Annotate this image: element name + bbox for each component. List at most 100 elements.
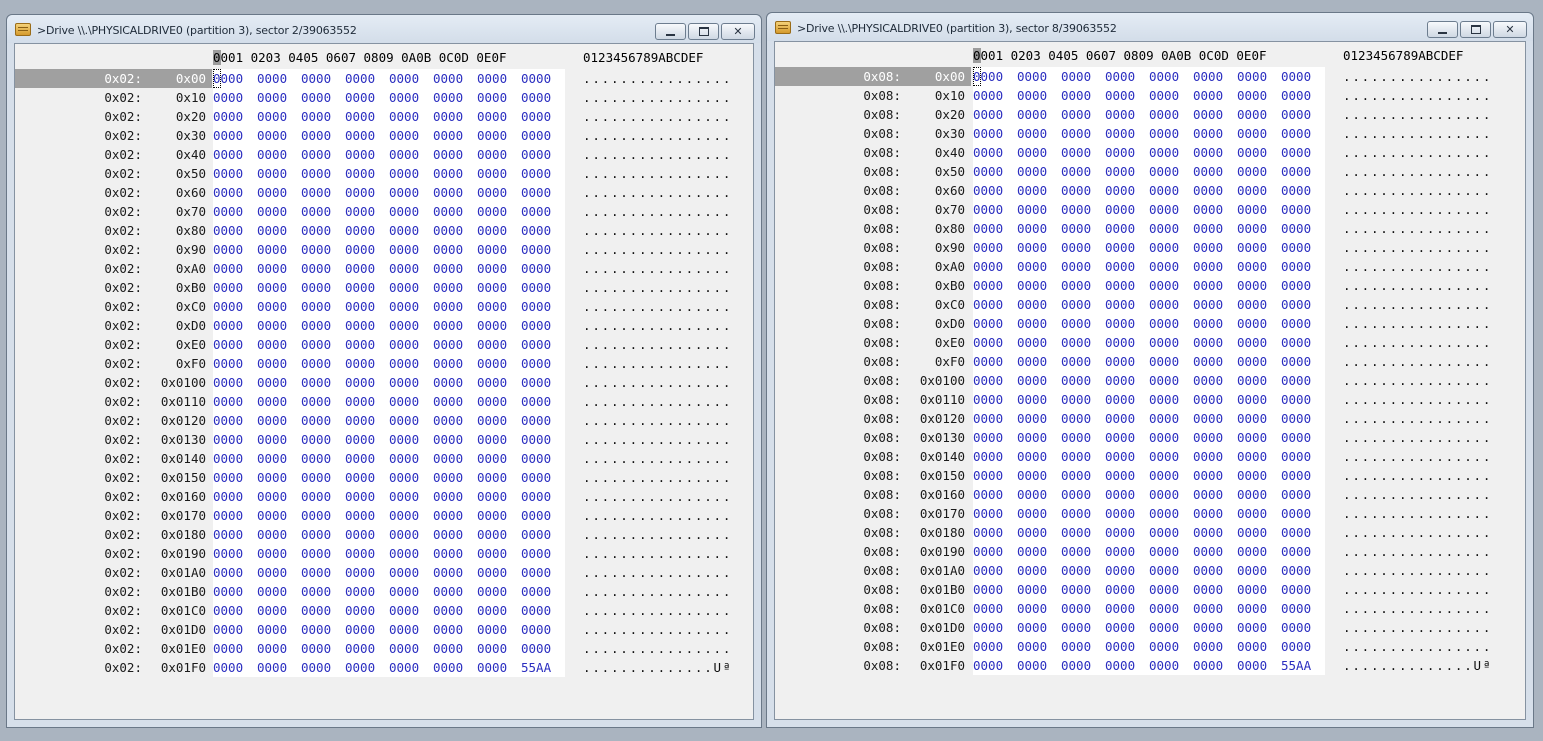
hex-word[interactable]: 0000 bbox=[1281, 219, 1325, 238]
hex-bytes[interactable]: 0000 0000 0000 0000 0000 0000 0000 0000 bbox=[213, 126, 565, 145]
hex-word[interactable]: 0000 bbox=[973, 295, 1017, 314]
hex-row[interactable]: 0x08: 0x0140 0000 0000 0000 0000 0000 0000 0000 0… bbox=[775, 447, 1525, 466]
hex-word[interactable]: 0000 bbox=[1017, 238, 1061, 257]
hex-word[interactable]: 0000 bbox=[1105, 333, 1149, 352]
hex-word[interactable]: 0000 bbox=[1061, 542, 1105, 561]
hex-word[interactable]: 0000 bbox=[345, 88, 389, 107]
hex-bytes[interactable]: 0000 0000 0000 0000 0000 0000 0000 0000 bbox=[213, 145, 565, 164]
hex-word[interactable]: 0000 bbox=[301, 107, 345, 126]
hex-row[interactable]: 0x08: 0xD0 0000 0000 0000 0000 0000 0000 0000 000… bbox=[775, 314, 1525, 333]
hex-word[interactable]: 0000 bbox=[257, 240, 301, 259]
hex-word[interactable]: 0000 bbox=[1281, 580, 1325, 599]
hex-word[interactable]: 0000 bbox=[1105, 200, 1149, 219]
ascii-column[interactable]: ................ bbox=[1343, 124, 1492, 143]
hex-word[interactable]: 0000 bbox=[1149, 656, 1193, 675]
hex-word[interactable]: 0000 bbox=[257, 278, 301, 297]
close-button[interactable]: ✕ bbox=[1493, 21, 1527, 38]
hex-word[interactable]: 0000 bbox=[301, 373, 345, 392]
hex-word[interactable]: 0000 bbox=[345, 601, 389, 620]
hex-word[interactable]: 0000 bbox=[301, 202, 345, 221]
hex-word[interactable]: 0000 bbox=[1061, 561, 1105, 580]
hex-bytes[interactable]: 0000 0000 0000 0000 0000 0000 0000 0000 bbox=[973, 67, 1325, 86]
hex-word[interactable]: 0000 bbox=[1237, 447, 1281, 466]
hex-word[interactable]: 0000 bbox=[1017, 542, 1061, 561]
hex-word[interactable]: 0000 bbox=[1105, 580, 1149, 599]
hex-word[interactable]: 0000 bbox=[1061, 485, 1105, 504]
hex-word[interactable]: 0000 bbox=[389, 69, 433, 88]
hex-word[interactable]: 0000 bbox=[301, 582, 345, 601]
hex-word[interactable]: 0000 bbox=[521, 639, 565, 658]
ascii-column[interactable]: ................ bbox=[583, 335, 732, 354]
hex-bytes[interactable]: 0000 0000 0000 0000 0000 0000 0000 0000 bbox=[213, 601, 565, 620]
hex-bytes[interactable]: 0000 0000 0000 0000 0000 0000 0000 0000 bbox=[973, 542, 1325, 561]
hex-word[interactable]: 0000 bbox=[301, 278, 345, 297]
hex-word[interactable]: 0000 bbox=[213, 183, 257, 202]
hex-word[interactable]: 0000 bbox=[1105, 447, 1149, 466]
hex-word[interactable]: 0000 bbox=[1193, 67, 1237, 86]
close-button[interactable]: ✕ bbox=[721, 23, 755, 40]
hex-word[interactable]: 0000 bbox=[257, 601, 301, 620]
hex-word[interactable]: 0000 bbox=[477, 373, 521, 392]
hex-word[interactable]: 0000 bbox=[389, 639, 433, 658]
hex-word[interactable]: 0000 bbox=[477, 487, 521, 506]
hex-word[interactable]: 0000 bbox=[389, 468, 433, 487]
maximize-button[interactable] bbox=[688, 23, 719, 40]
hex-bytes[interactable]: 0000 0000 0000 0000 0000 0000 0000 0000 bbox=[213, 221, 565, 240]
hex-word[interactable]: 0000 bbox=[301, 411, 345, 430]
hex-word[interactable]: 0000 bbox=[1193, 542, 1237, 561]
hex-word[interactable]: 0000 bbox=[477, 126, 521, 145]
hex-word[interactable]: 0000 bbox=[973, 561, 1017, 580]
ascii-column[interactable]: ................ bbox=[583, 107, 732, 126]
hex-row[interactable]: 0x08: 0x0180 0000 0000 0000 0000 0000 0000 0000 0… bbox=[775, 523, 1525, 542]
hex-word[interactable]: 0000 bbox=[345, 487, 389, 506]
hex-row[interactable]: 0x02: 0x90 0000 0000 0000 0000 0000 0000 0000 000… bbox=[15, 240, 753, 259]
hex-word[interactable]: 0000 bbox=[477, 620, 521, 639]
hex-row[interactable]: 0x08: 0x01F0 0000 0000 0000 0000 0000 0000 0000 5… bbox=[775, 656, 1525, 675]
hex-word[interactable]: 0000 bbox=[1061, 428, 1105, 447]
hex-word[interactable]: 0000 bbox=[521, 335, 565, 354]
hex-word[interactable]: 0000 bbox=[433, 525, 477, 544]
hex-word[interactable]: 0000 bbox=[1017, 67, 1061, 86]
hex-word[interactable]: 0000 bbox=[301, 126, 345, 145]
hex-word[interactable]: 0000 bbox=[433, 183, 477, 202]
hex-word[interactable]: 0000 bbox=[521, 411, 565, 430]
ascii-column[interactable]: ................ bbox=[1343, 67, 1492, 86]
hex-row[interactable]: 0x02: 0x0100 0000 0000 0000 0000 0000 0000 0000 0… bbox=[15, 373, 753, 392]
hex-view[interactable]: 0001 0203 0405 0607 0809 0A0B 0C0D 0E0F … bbox=[14, 43, 754, 720]
hex-word[interactable]: 0000 bbox=[477, 658, 521, 677]
hex-word[interactable]: 0000 bbox=[973, 143, 1017, 162]
ascii-column[interactable]: ................ bbox=[1343, 409, 1492, 428]
hex-bytes[interactable]: 0000 0000 0000 0000 0000 0000 0000 0000 bbox=[213, 240, 565, 259]
hex-word[interactable]: 0000 bbox=[1237, 523, 1281, 542]
hex-word[interactable]: 0000 bbox=[1281, 67, 1325, 86]
hex-word[interactable]: 0000 bbox=[213, 430, 257, 449]
hex-word[interactable]: 0000 bbox=[1281, 371, 1325, 390]
hex-row[interactable]: 0x08: 0x0130 0000 0000 0000 0000 0000 0000 0000 0… bbox=[775, 428, 1525, 447]
hex-row[interactable]: 0x02: 0x0140 0000 0000 0000 0000 0000 0000 0000 0… bbox=[15, 449, 753, 468]
ascii-column[interactable]: ................ bbox=[583, 601, 732, 620]
hex-word[interactable]: 0000 bbox=[1149, 86, 1193, 105]
hex-word[interactable]: 0000 bbox=[1281, 333, 1325, 352]
hex-word[interactable]: 0000 bbox=[1237, 219, 1281, 238]
hex-word[interactable]: 0000 bbox=[1061, 86, 1105, 105]
hex-word[interactable]: 0000 bbox=[1105, 314, 1149, 333]
hex-word[interactable]: 0000 bbox=[1105, 257, 1149, 276]
hex-word[interactable]: 0000 bbox=[1017, 371, 1061, 390]
hex-bytes[interactable]: 0000 0000 0000 0000 0000 0000 0000 0000 bbox=[213, 354, 565, 373]
hex-word[interactable]: 0000 bbox=[433, 354, 477, 373]
hex-word[interactable]: 0000 bbox=[1193, 390, 1237, 409]
hex-word[interactable]: 0000 bbox=[477, 563, 521, 582]
hex-word[interactable]: 0000 bbox=[1281, 86, 1325, 105]
hex-bytes[interactable]: 0000 0000 0000 0000 0000 0000 0000 0000 bbox=[973, 162, 1325, 181]
hex-word[interactable]: 0000 bbox=[477, 582, 521, 601]
hex-word[interactable]: 0000 bbox=[433, 601, 477, 620]
hex-word[interactable]: 0000 bbox=[1193, 504, 1237, 523]
hex-bytes[interactable]: 0000 0000 0000 0000 0000 0000 0000 0000 bbox=[973, 580, 1325, 599]
hex-word[interactable]: 0000 bbox=[1061, 409, 1105, 428]
hex-word[interactable]: 0000 bbox=[345, 544, 389, 563]
hex-row[interactable]: 0x02: 0x0150 0000 0000 0000 0000 0000 0000 0000 0… bbox=[15, 468, 753, 487]
hex-word[interactable]: 0000 bbox=[1149, 523, 1193, 542]
hex-word[interactable]: 0000 bbox=[477, 506, 521, 525]
hex-word[interactable]: 0000 bbox=[257, 430, 301, 449]
hex-bytes[interactable]: 0000 0000 0000 0000 0000 0000 0000 0000 bbox=[973, 409, 1325, 428]
